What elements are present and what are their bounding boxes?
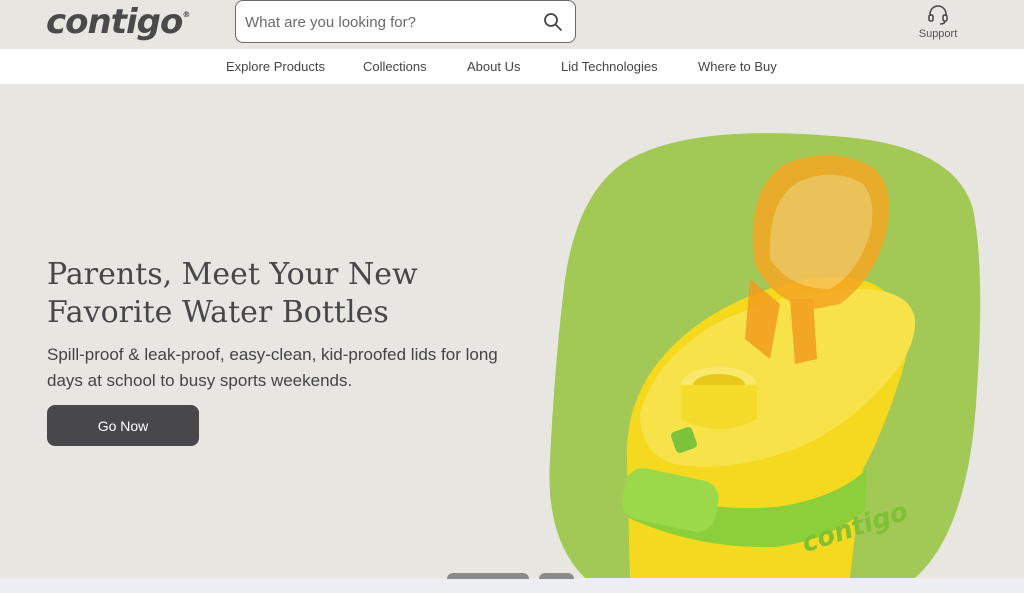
nav-item-explore-products[interactable]: Explore Products xyxy=(226,59,325,74)
nav-item-lid-technologies[interactable]: Lid Technologies xyxy=(561,59,658,74)
carousel-dot-1[interactable] xyxy=(447,573,529,579)
bottom-strip xyxy=(0,578,1024,593)
headline-line-1: Parents, Meet Your New xyxy=(47,257,418,292)
nav-item-collections[interactable]: Collections xyxy=(363,59,427,74)
main-nav: Explore Products Collections About Us Li… xyxy=(0,49,1024,84)
support-link[interactable]: Support xyxy=(914,3,962,40)
contigo-logo[interactable]: contigo® xyxy=(46,2,190,42)
go-now-button[interactable]: Go Now xyxy=(47,405,199,446)
search-icon[interactable] xyxy=(543,12,563,32)
water-bottle-image: contigo xyxy=(549,133,981,578)
support-label: Support xyxy=(918,28,958,40)
logo-text: contigo xyxy=(46,2,183,42)
top-header: contigo® Support xyxy=(0,0,1024,49)
carousel-indicators xyxy=(0,573,1024,579)
carousel-dot-2[interactable] xyxy=(539,573,574,579)
nav-item-about-us[interactable]: About Us xyxy=(467,59,520,74)
hero-subtext: Spill-proof & leak-proof, easy-clean, ki… xyxy=(47,345,498,390)
headset-icon xyxy=(928,5,948,25)
nav-item-where-to-buy[interactable]: Where to Buy xyxy=(698,59,777,74)
hero-banner: Parents, Meet Your New Favorite Water Bo… xyxy=(0,84,1024,578)
search-input[interactable] xyxy=(245,10,535,34)
registered-mark: ® xyxy=(182,10,190,19)
hero-headline: Parents, Meet Your New Favorite Water Bo… xyxy=(47,256,517,332)
search-box xyxy=(235,0,576,43)
headline-line-2: Favorite Water Bottles xyxy=(47,295,389,330)
